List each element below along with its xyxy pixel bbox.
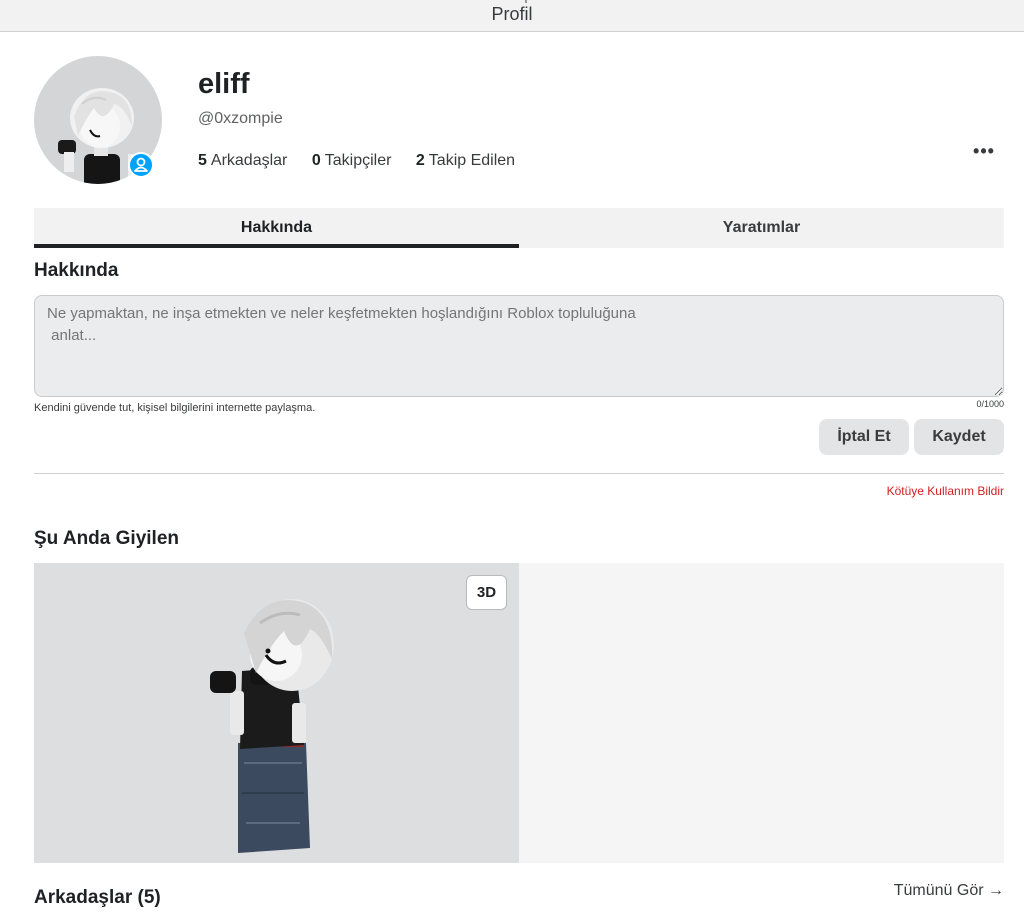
tab-about[interactable]: Hakkında [34,208,519,248]
safety-hint: Kendini güvende tut, kişisel bilgilerini… [34,402,316,414]
title-notch [525,0,527,3]
title-bar: Profil [0,0,1024,32]
stat-following[interactable]: 2 Takip Edilen [416,152,515,170]
wearing-items-panel [519,563,1004,863]
friends-title: Arkadaşlar (5) [34,887,161,908]
about-title: Hakkında [34,260,119,281]
wearing-title: Şu Anda Giyilen [34,528,179,549]
stat-friends[interactable]: 5 Arkadaşlar [198,152,287,170]
stat-count: 2 [415,152,425,169]
display-name: eliff [198,68,250,100]
about-textarea[interactable] [34,295,1004,397]
user-icon [134,157,148,172]
avatar-viewport[interactable] [34,563,519,863]
save-button[interactable]: Kaydet [914,419,1004,455]
stat-followers[interactable]: 0 Takipçiler [312,152,392,170]
profile-stats: 5 Arkadaşlar 0 Takipçiler 2 Takip Edilen [198,152,535,170]
report-abuse-link[interactable]: Kötüye Kullanım Bildir [860,484,1004,498]
avatar-full-figure [210,599,334,853]
stat-label: Arkadaşlar [210,152,288,169]
view-3d-button[interactable]: 3D [466,575,507,610]
more-options-icon[interactable]: ••• [972,142,996,160]
username: @0xzompie [198,110,283,127]
stat-count: 0 [311,152,321,169]
window-title: Profil [491,4,533,24]
online-presence-badge [128,152,154,178]
divider [34,473,1004,474]
tab-creations[interactable]: Yaratımlar [519,208,1004,248]
profile-tabs: Hakkında Yaratımlar [34,208,1004,248]
stat-label: Takipçiler [324,152,392,169]
stat-label: Takip Edilen [428,152,516,169]
char-counter: 0/1000 [976,399,1004,409]
see-all-link[interactable]: Tümünü Gör → [880,882,1004,900]
stat-count: 5 [198,152,207,169]
cancel-button[interactable]: İptal Et [819,419,909,455]
